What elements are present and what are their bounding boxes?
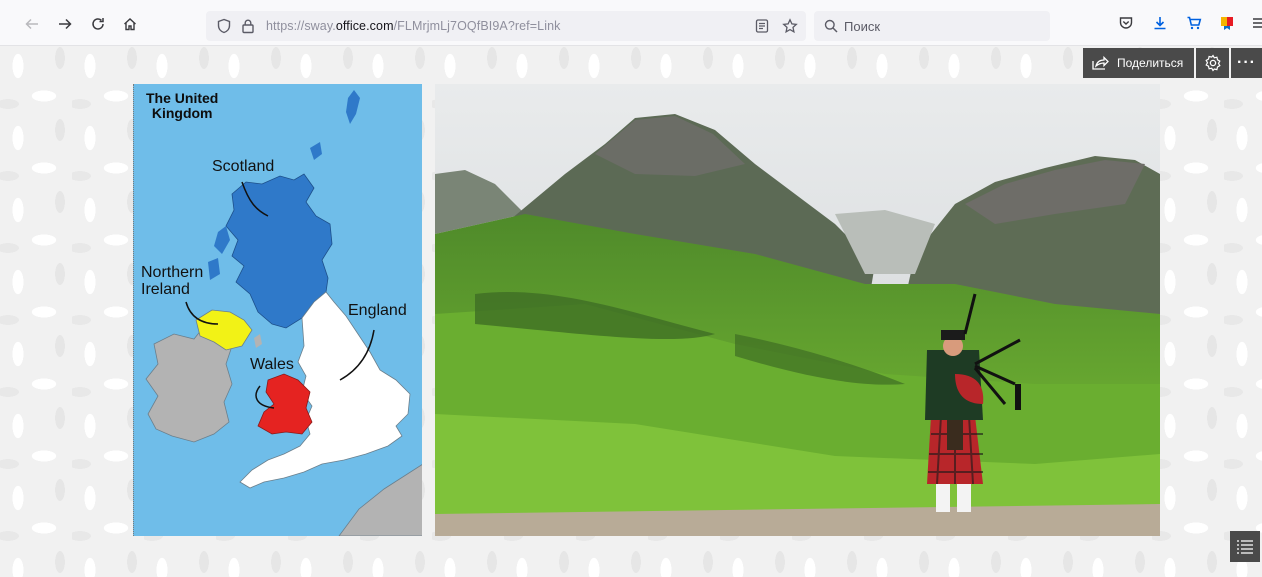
map-title: The United Kingdom [146, 91, 218, 121]
search-bar[interactable]: Поиск [814, 11, 1050, 41]
map-title-line1: The United [146, 90, 219, 106]
url-text[interactable]: https://sway.office.com/FLMrjmLj7OQfBI9A… [266, 19, 561, 33]
share-label: Поделиться [1117, 56, 1184, 70]
map-title-line2: Kingdom [151, 105, 213, 121]
cart-extension-icon[interactable] [1185, 14, 1203, 32]
url-path: /FLMrjmLj7OQfBI9A?ref=Link [393, 19, 561, 33]
home-icon[interactable] [120, 14, 140, 34]
pocket-icon[interactable] [1117, 14, 1135, 32]
northern-ireland-label: Northern Ireland [141, 264, 203, 298]
downloads-icon[interactable] [1151, 14, 1169, 32]
list-icon [1237, 539, 1253, 554]
browser-toolbar: https://sway.office.com/FLMrjmLj7OQfBI9A… [0, 0, 1262, 46]
settings-button[interactable] [1196, 48, 1229, 78]
navigation-pane-button[interactable] [1230, 531, 1260, 562]
highlands-bagpiper-photo [435, 84, 1160, 536]
bookmark-star-icon[interactable] [782, 18, 798, 34]
scotland-label: Scotland [212, 158, 275, 175]
northern-ireland-label-line2: Ireland [141, 281, 190, 298]
gear-icon [1204, 54, 1221, 72]
lock-icon[interactable] [240, 18, 256, 34]
england-label: England [348, 302, 407, 319]
share-button[interactable]: Поделиться [1083, 48, 1194, 78]
search-icon [824, 19, 838, 33]
back-icon[interactable] [22, 14, 42, 34]
share-icon [1092, 55, 1109, 70]
url-domain: office.com [335, 19, 394, 33]
reload-icon[interactable] [88, 14, 108, 34]
bookmark-extension-icon[interactable] [1218, 14, 1236, 32]
uk-map: The United Kingdom Scotland Northern Ire… [133, 84, 422, 536]
reader-view-icon[interactable] [754, 18, 770, 34]
wales-label: Wales [250, 356, 294, 373]
sway-canvas: Поделиться ··· The United Kingdom Scotla… [0, 46, 1262, 577]
more-options-button[interactable]: ··· [1231, 48, 1262, 78]
menu-icon[interactable] [1250, 14, 1262, 32]
search-placeholder: Поиск [844, 19, 881, 34]
url-prefix: https://sway. [266, 19, 336, 33]
northern-ireland-label-line1: Northern [141, 264, 204, 281]
forward-icon[interactable] [55, 14, 75, 34]
tracking-shield-icon[interactable] [216, 18, 232, 34]
url-bar[interactable]: https://sway.office.com/FLMrjmLj7OQfBI9A… [206, 11, 806, 41]
highlands-photo-graphic [435, 84, 1160, 536]
